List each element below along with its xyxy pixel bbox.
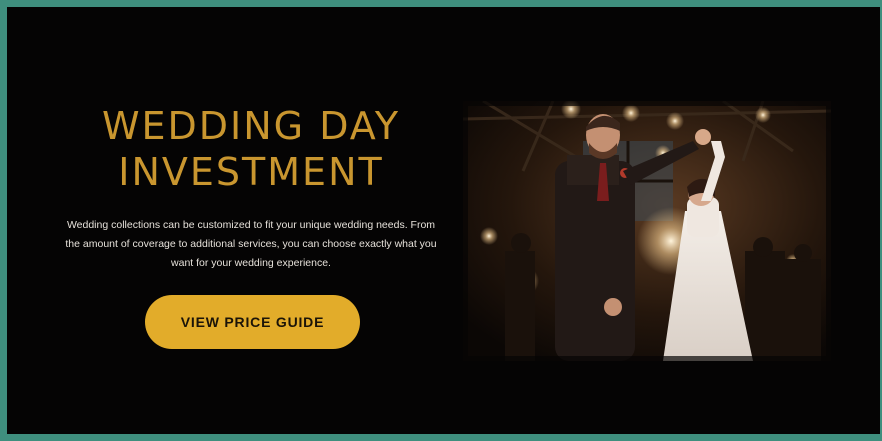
wedding-investment-section: WEDDING DAY INVESTMENT Wedding collectio…	[0, 0, 882, 441]
heading-line-1: WEDDING DAY	[101, 104, 401, 148]
heading-line-2: INVESTMENT	[118, 150, 384, 194]
section-description: Wedding collections can be customized to…	[65, 219, 437, 269]
view-price-guide-button[interactable]: VIEW PRICE GUIDE	[145, 295, 360, 349]
section-heading: WEDDING DAY INVESTMENT	[67, 103, 435, 195]
wedding-dance-photo	[463, 101, 831, 361]
